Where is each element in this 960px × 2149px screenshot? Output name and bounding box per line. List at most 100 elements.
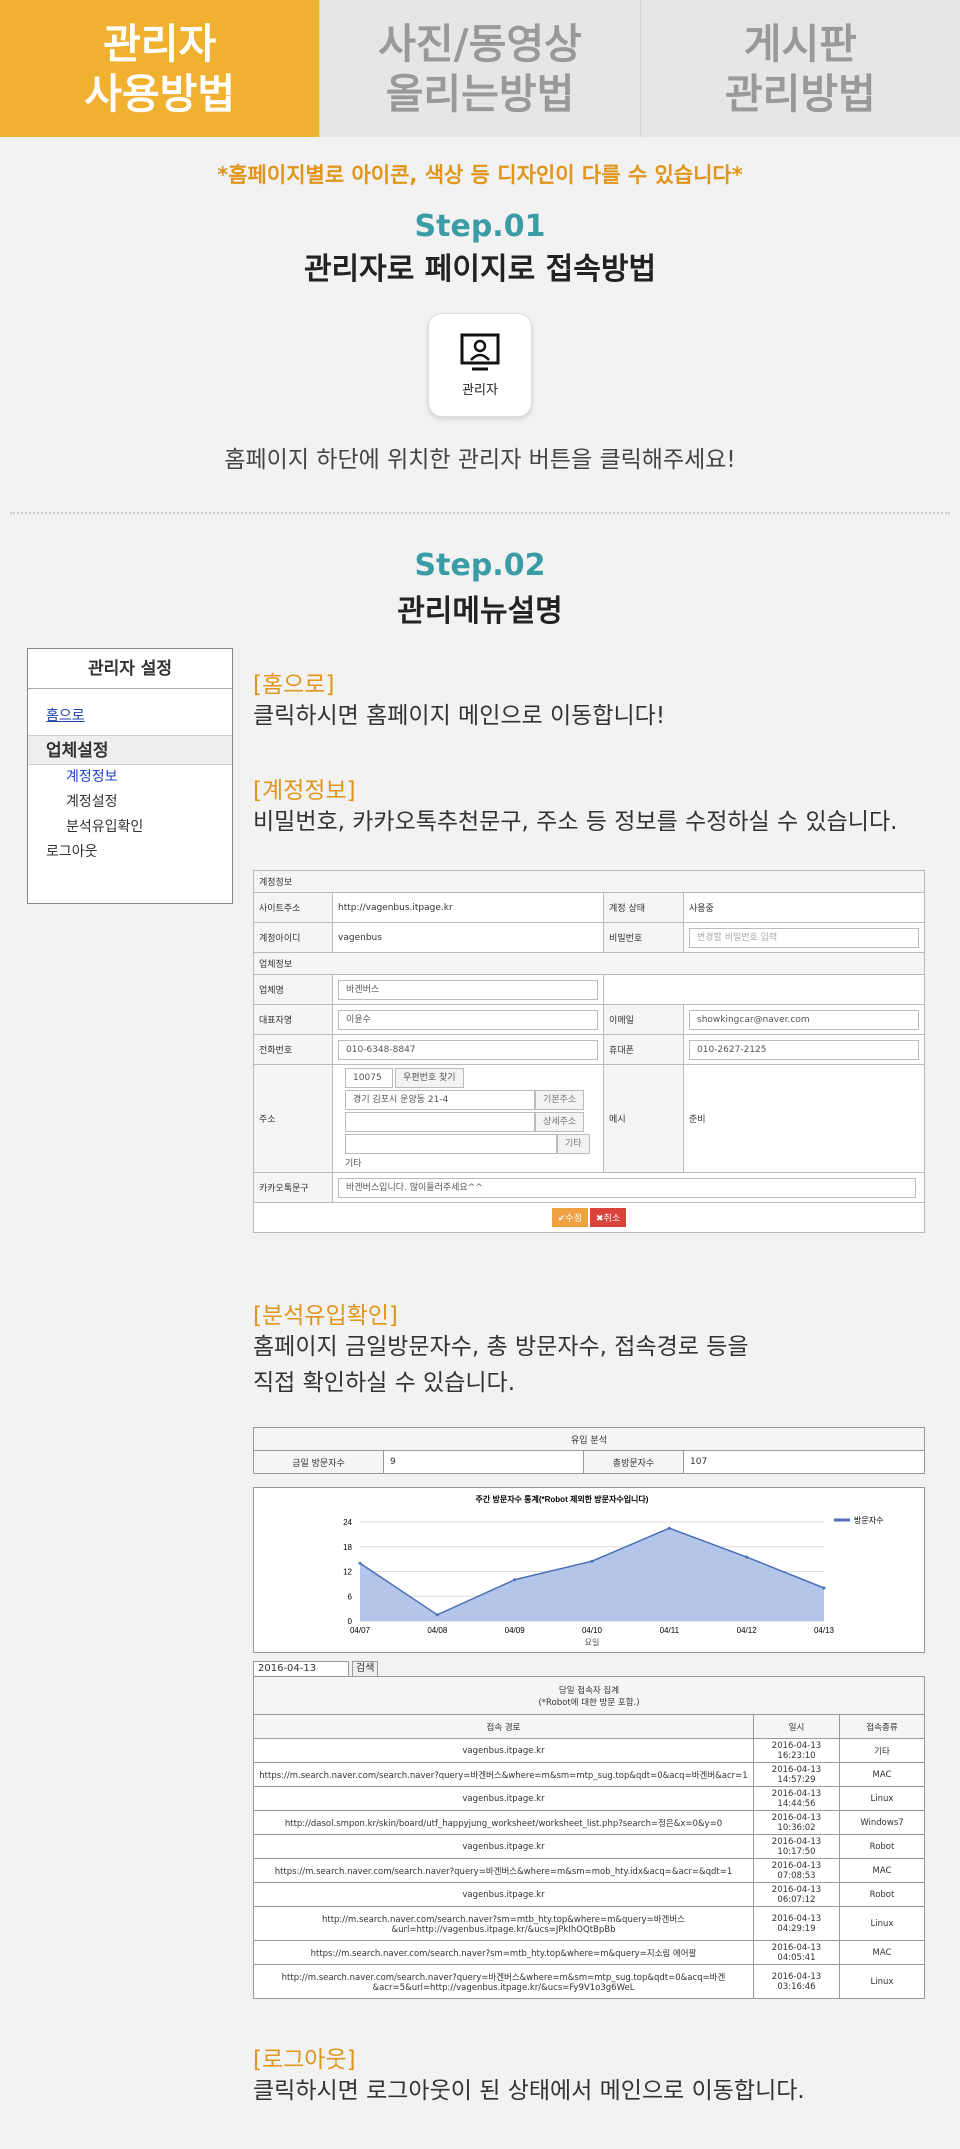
x-tick-label: 04/11 [660, 1626, 680, 1635]
visitor-summary-title: 유입 분석 [253, 1427, 925, 1451]
address-main-input[interactable]: 경기 김포시 운양동 21-4 [345, 1090, 536, 1110]
sidebar-item-logout[interactable]: 로그아웃 [28, 840, 232, 864]
status-value: 사용중 [683, 892, 925, 923]
access-log-type: Windows7 [839, 1810, 925, 1835]
account-section-title: [계정정보] [253, 778, 356, 804]
access-log-subtitle: (*Robot에 대한 방문 포함.) [538, 1697, 640, 1708]
access-log-time: 2016-04-13 10:17:50 [753, 1834, 840, 1859]
tab-label-line2: 사용방법 [84, 69, 236, 118]
y-tick-label: 18 [343, 1543, 352, 1552]
access-log-table: 당일 접속자 집계 (*Robot에 대한 방문 포함.) 접속 경로 일시 접… [253, 1676, 925, 1999]
date-search-bar: 2016-04-13 검색 [253, 1661, 379, 1677]
access-log-time: 2016-04-13 14:57:29 [753, 1762, 840, 1787]
company-name-label: 업체명 [252, 974, 334, 1005]
tab-admin-usage[interactable]: 관리자 사용방법 [0, 0, 320, 137]
zipcode-search-button[interactable]: 우편번호 찾기 [395, 1068, 464, 1088]
address-detail-input[interactable] [345, 1112, 536, 1132]
access-log-row: vagenbus.itpage.kr 2016-04-13 16:23:10 기타 [253, 1738, 925, 1763]
y-tick-label: 6 [348, 1592, 353, 1601]
phone-label: 전화번호 [252, 1034, 334, 1065]
address-label: 주소 [252, 1064, 334, 1173]
access-log-row: https://m.search.naver.com/search.naver?… [253, 1858, 925, 1883]
analysis-section-desc-2: 직접 확인하실 수 있습니다. [253, 1370, 516, 1396]
total-visitors-value: 107 [683, 1450, 925, 1474]
tab-bar: 관리자 사용방법 사진/동영상 올리는방법 게시판 관리방법 [0, 0, 960, 137]
password-input[interactable]: 변경할 비밀번호 입력 [689, 927, 919, 948]
access-log-header-path: 접속 경로 [253, 1714, 754, 1739]
save-button[interactable]: ✔수정 [551, 1208, 588, 1227]
mobile-label: 휴대폰 [603, 1034, 684, 1065]
page: 관리자 사용방법 사진/동영상 올리는방법 게시판 관리방법 *홈페이지별로 아… [0, 0, 960, 2149]
access-log-title: 당일 접속자 집계 [558, 1685, 620, 1696]
legend-label: 방문자수 [854, 1515, 883, 1525]
series-point [358, 1561, 362, 1565]
sidebar-item-account-info[interactable]: 계정정보 [28, 765, 232, 790]
x-tick-label: 04/08 [427, 1626, 448, 1635]
memo-value: 준비 [683, 1064, 925, 1173]
access-log-path: https://m.search.naver.com/search.naver?… [253, 1858, 754, 1883]
kakao-text-input[interactable]: 바겐버스입니다. 많이들러주세요^^ [338, 1177, 917, 1198]
admin-button-label: 관리자 [462, 382, 498, 398]
company-name-input[interactable]: 바겐버스 [338, 979, 599, 1000]
tab-label-line1: 관리자 [103, 19, 217, 68]
sidebar-item-home[interactable]: 홈으로 [46, 705, 232, 725]
ceo-name-input[interactable]: 이윤수 [338, 1009, 599, 1030]
access-log-time: 2016-04-13 10:36:02 [753, 1810, 840, 1835]
date-input[interactable]: 2016-04-13 [253, 1661, 349, 1677]
access-log-type: Robot [839, 1882, 925, 1907]
access-log-time: 2016-04-13 03:16:46 [753, 1964, 840, 1999]
sidebar-section-company: 업체설정 [28, 735, 232, 765]
email-label: 이메일 [603, 1004, 684, 1035]
x-tick-label: 04/09 [505, 1626, 526, 1635]
tab-label-line2: 올리는방법 [385, 69, 575, 118]
search-button[interactable]: 검색 [352, 1661, 379, 1677]
access-log-path: http://m.search.naver.com/search.naver?q… [253, 1964, 754, 1999]
access-log-header-type: 접속종류 [839, 1714, 925, 1739]
access-log-time: 2016-04-13 07:08:53 [753, 1858, 840, 1883]
visitor-summary-table: 유입 분석 금일 방문자수 9 총방문자수 107 [253, 1427, 925, 1474]
series-point [822, 1586, 826, 1590]
tab-label-line1: 게시판 [743, 19, 857, 68]
access-log-type: Linux [839, 1786, 925, 1811]
design-notice: *홈페이지별로 아이콘, 색상 등 디자인이 다를 수 있습니다* [217, 163, 743, 187]
account-section-desc: 비밀번호, 카카오톡추천문구, 주소 등 정보를 수정하실 수 있습니다. [253, 809, 898, 835]
access-log-path: http://dasol.smpon.kr/skin/board/utf_hap… [253, 1810, 754, 1835]
x-tick-label: 04/10 [582, 1626, 603, 1635]
address-detail-tag: 상세주소 [535, 1112, 585, 1132]
x-tick-label: 04/07 [350, 1626, 371, 1635]
tab-board-management[interactable]: 게시판 관리방법 [639, 0, 960, 137]
today-visitors-value: 9 [383, 1450, 584, 1474]
access-log-time: 2016-04-13 14:44:56 [753, 1786, 840, 1811]
access-log-type: MAC [839, 1762, 925, 1787]
access-log-time: 2016-04-13 06:07:12 [753, 1882, 840, 1907]
phone-input[interactable]: 010-6348-8847 [338, 1039, 599, 1060]
password-label: 비밀번호 [603, 922, 684, 953]
admin-sidebar: 관리자 설정 홈으로 업체설정 계정정보 계정설정 분석유입확인 로그아웃 [27, 648, 233, 904]
mobile-input[interactable]: 010-2627-2125 [689, 1039, 919, 1060]
zipcode-input[interactable]: 10075 [345, 1068, 394, 1088]
sidebar-item-account-settings[interactable]: 계정설정 [28, 790, 232, 815]
kakao-text-label: 카카오톡문구 [252, 1172, 334, 1203]
access-log-row: https://m.search.naver.com/search.naver?… [253, 1940, 925, 1965]
weekly-visitor-chart: 주간 방문자수 통계(*Robot 제외한 방문자수입니다) 0 6 12 18 24 04… [343, 1494, 883, 1647]
step1-number: Step.01 [414, 209, 546, 244]
access-log-row: vagenbus.itpage.kr 2016-04-13 14:44:56 Lin… [253, 1786, 925, 1811]
access-log-row: vagenbus.itpage.kr 2016-04-13 10:17:50 Rob… [253, 1834, 925, 1859]
step1-title: 관리자로 페이지로 접속방법 [303, 252, 657, 287]
y-tick-label: 12 [343, 1568, 352, 1577]
access-log-path: vagenbus.itpage.kr [253, 1882, 754, 1907]
address-etc-input[interactable] [345, 1134, 558, 1154]
sidebar-item-analysis[interactable]: 분석유입확인 [28, 815, 232, 840]
access-log-path: https://m.search.naver.com/search.naver?… [253, 1762, 754, 1787]
tab-photo-video-upload[interactable]: 사진/동영상 올리는방법 [319, 0, 640, 137]
series-point [435, 1613, 439, 1617]
access-log-time: 2016-04-13 04:05:41 [753, 1940, 840, 1965]
email-input[interactable]: showkingcar@naver.com [689, 1009, 919, 1030]
step1-description: 홈페이지 하단에 위치한 관리자 버튼을 클릭해주세요! [224, 447, 736, 473]
logout-section-title: [로그아웃] [253, 2047, 356, 2073]
account-id-value: vagenbus [332, 922, 605, 953]
x-axis-label: 요일 [585, 1638, 600, 1647]
admin-button[interactable]: 관리자 [428, 313, 532, 417]
address-main-tag: 기본주소 [535, 1090, 585, 1110]
cancel-button[interactable]: ✖취소 [590, 1208, 627, 1227]
